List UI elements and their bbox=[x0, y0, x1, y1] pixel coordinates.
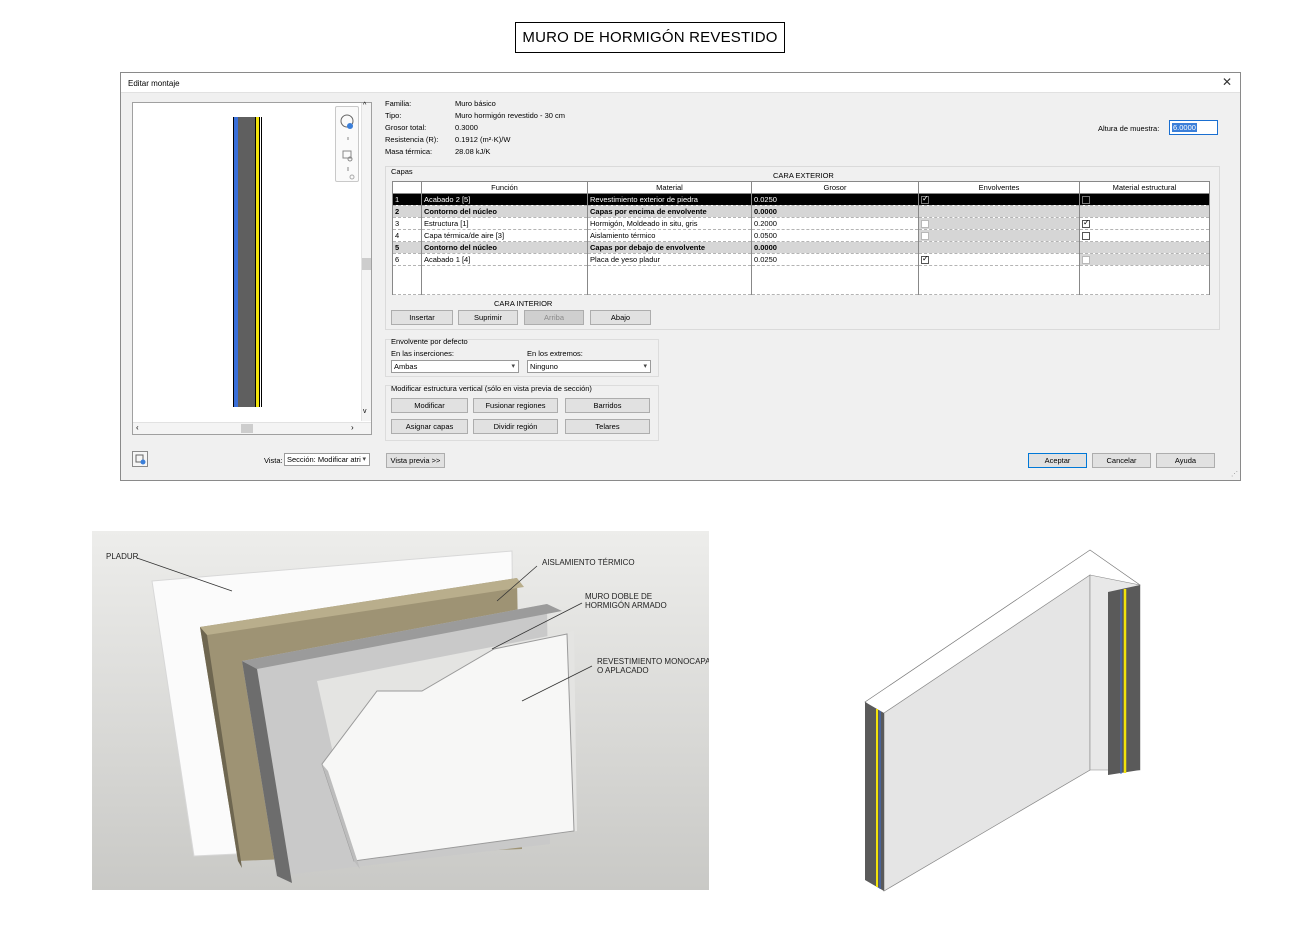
edit-assembly-dialog: Editar montaje ✕ ^ v ‹ › Familia: Muro b… bbox=[120, 72, 1241, 481]
property-row: Resistencia (R): 0.1912 (m²·K)/W bbox=[385, 135, 511, 144]
modify-button[interactable]: Modificar bbox=[391, 398, 468, 413]
dialog-title: Editar montaje bbox=[128, 79, 180, 88]
split-region-button[interactable]: Dividir región bbox=[473, 419, 558, 434]
chevron-down-icon: ▾ bbox=[643, 363, 647, 370]
move-up-button[interactable]: Arriba bbox=[524, 310, 584, 325]
table-row[interactable]: 4 Capa térmica/de aire [3] Aislamiento t… bbox=[392, 229, 1210, 242]
wrap-checkbox bbox=[921, 220, 929, 228]
column-header-number bbox=[392, 181, 422, 194]
wrap-checkbox[interactable] bbox=[921, 254, 929, 264]
help-button[interactable]: Ayuda bbox=[1156, 453, 1215, 468]
ok-button[interactable]: Aceptar bbox=[1028, 453, 1087, 468]
pladur-label: PLADUR bbox=[106, 552, 139, 561]
stone-finish-layer bbox=[260, 117, 262, 407]
delete-button[interactable]: Suprimir bbox=[458, 310, 518, 325]
layers-caption: Capas bbox=[391, 167, 413, 176]
at-ends-select[interactable]: Ninguno ▾ bbox=[527, 360, 651, 373]
at-inserts-label: En las inserciones: bbox=[391, 349, 454, 358]
property-row: Masa térmica: 28.08 kJ/K bbox=[385, 147, 491, 156]
table-row[interactable]: 2 Contorno del núcleo Capas por encima d… bbox=[392, 205, 1210, 218]
sample-height-label: Altura de muestra: bbox=[1098, 124, 1160, 133]
type-properties: Familia: Muro básico Tipo: Muro hormigón r… bbox=[385, 99, 565, 159]
chevron-down-icon: ▾ bbox=[511, 363, 515, 370]
chevron-down-icon[interactable]: v bbox=[363, 408, 367, 415]
coating-label-2: O APLACADO bbox=[597, 666, 649, 675]
preview-horizontal-scrollbar[interactable]: ‹ › bbox=[133, 422, 371, 434]
sweeps-button[interactable]: Barridos bbox=[565, 398, 650, 413]
scroll-thumb[interactable] bbox=[362, 258, 371, 270]
navigation-bar[interactable] bbox=[335, 106, 359, 182]
table-row[interactable]: 1 Acabado 2 [5] Revestimiento exterior d… bbox=[392, 193, 1210, 206]
table-row[interactable]: 5 Contorno del núcleo Capas por debajo d… bbox=[392, 241, 1210, 254]
scroll-thumb[interactable] bbox=[241, 424, 253, 433]
preview-vertical-scrollbar[interactable]: ^ v bbox=[361, 102, 371, 421]
concrete-wall-label-2: HORMIGÓN ARMADO bbox=[585, 601, 667, 610]
preview-toggle-icon[interactable] bbox=[132, 451, 148, 467]
coating-label-1: REVESTIMIENTO MONOCAPA bbox=[597, 657, 709, 666]
chevron-up-icon[interactable]: ^ bbox=[363, 102, 366, 109]
chevron-down-icon: ▾ bbox=[362, 456, 366, 463]
dialog-titlebar: Editar montaje ✕ bbox=[121, 73, 1240, 93]
column-header[interactable]: Material bbox=[587, 181, 752, 194]
structural-checkbox[interactable] bbox=[1082, 218, 1090, 228]
wrap-checkbox bbox=[921, 232, 929, 240]
section-preview[interactable]: ^ v ‹ › bbox=[132, 102, 372, 435]
structural-checkbox[interactable] bbox=[1082, 232, 1090, 240]
column-header[interactable]: Función bbox=[421, 181, 588, 194]
wall-section-preview bbox=[233, 117, 262, 407]
view-label: Vista: bbox=[264, 456, 283, 465]
at-inserts-select[interactable]: Ambas ▾ bbox=[391, 360, 519, 373]
view-select[interactable]: Sección: Modificar atri ▾ bbox=[284, 453, 370, 466]
wrap-checkbox[interactable] bbox=[921, 194, 929, 204]
cancel-button[interactable]: Cancelar bbox=[1092, 453, 1151, 468]
page-title: MURO DE HORMIGÓN REVESTIDO bbox=[515, 22, 785, 53]
zoom-icon[interactable] bbox=[336, 107, 360, 183]
insert-button[interactable]: Insertar bbox=[391, 310, 453, 325]
concrete-layer bbox=[238, 117, 255, 407]
property-row: Familia: Muro básico bbox=[385, 99, 496, 108]
property-row: Grosor total: 0.3000 bbox=[385, 123, 478, 132]
table-header: Función Material Grosor Envolventes Mate… bbox=[392, 181, 1210, 194]
exterior-side-label: CARA EXTERIOR bbox=[773, 171, 834, 180]
move-down-button[interactable]: Abajo bbox=[590, 310, 651, 325]
chevron-left-icon[interactable]: ‹ bbox=[136, 423, 139, 432]
column-header[interactable]: Material estructural bbox=[1079, 181, 1210, 194]
table-row bbox=[392, 265, 1210, 295]
table-row[interactable]: 6 Acabado 1 [4] Placa de yeso pladur 0.0… bbox=[392, 253, 1210, 266]
chevron-right-icon[interactable]: › bbox=[351, 423, 354, 432]
insulation-label: AISLAMIENTO TÉRMICO bbox=[542, 558, 635, 567]
preview-button[interactable]: Vista previa >> bbox=[386, 453, 445, 468]
table-row[interactable]: 3 Estructura [1] Hormigón, Moldeado in s… bbox=[392, 217, 1210, 230]
property-row: Tipo: Muro hormigón revestido - 30 cm bbox=[385, 111, 566, 120]
exploded-wall-illustration: PLADUR AISLAMIENTO TÉRMICO MURO DOBLE DE… bbox=[92, 531, 711, 890]
layers-table: Función Material Grosor Envolventes Mate… bbox=[392, 181, 1210, 295]
structural-checkbox[interactable] bbox=[1082, 196, 1090, 204]
resize-grip-icon[interactable]: ⋰ bbox=[1231, 470, 1238, 478]
vertical-structure-title: Modificar estructura vertical (sólo en v… bbox=[391, 384, 592, 393]
reveals-button[interactable]: Telares bbox=[565, 419, 650, 434]
default-wrapping-title: Envolvente por defecto bbox=[391, 337, 468, 346]
assign-layers-button[interactable]: Asignar capas bbox=[391, 419, 468, 434]
at-ends-label: En los extremos: bbox=[527, 349, 583, 358]
isometric-wall-render bbox=[850, 545, 1160, 900]
merge-regions-button[interactable]: Fusionar regiones bbox=[473, 398, 558, 413]
column-header[interactable]: Envolventes bbox=[918, 181, 1080, 194]
close-icon[interactable]: ✕ bbox=[1222, 75, 1232, 89]
interior-side-label: CARA INTERIOR bbox=[494, 299, 553, 308]
column-header[interactable]: Grosor bbox=[751, 181, 919, 194]
sample-height-input[interactable]: 6.0000 bbox=[1169, 120, 1218, 135]
structural-checkbox bbox=[1082, 256, 1090, 264]
concrete-wall-label-1: MURO DOBLE DE bbox=[585, 592, 652, 601]
